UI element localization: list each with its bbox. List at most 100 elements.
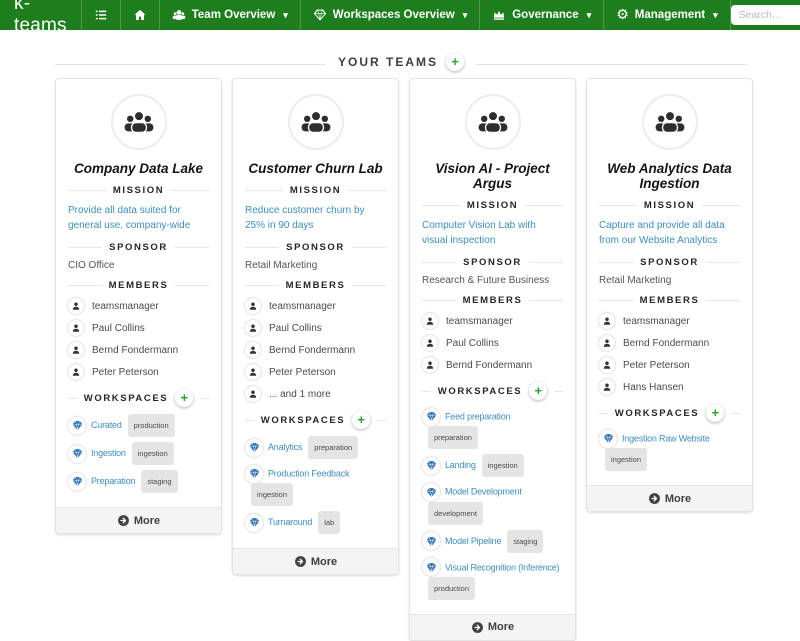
workspace-link[interactable]: Curated bbox=[91, 420, 122, 430]
workspace-link[interactable]: Analytics bbox=[268, 442, 302, 452]
nav-item-governance[interactable]: Governance ▾ bbox=[480, 0, 605, 30]
environment-badge: staging bbox=[507, 529, 544, 553]
person-icon bbox=[602, 360, 612, 370]
section-label: MISSION bbox=[289, 185, 342, 196]
team-sponsor: CIO Office bbox=[68, 260, 115, 271]
top-navbar: κ-teams Team Overview ▾ Workspaces Overvie… bbox=[0, 0, 800, 36]
person-icon bbox=[248, 323, 258, 333]
section-label: WORKSPACES bbox=[260, 414, 346, 426]
nav-item-workspaces-overview[interactable]: Workspaces Overview ▾ bbox=[301, 0, 481, 30]
environment-badge: ingestion bbox=[131, 442, 174, 465]
nav-item-management[interactable]: ⚙ Management ▾ bbox=[604, 0, 731, 30]
workspace-link[interactable]: Feed preparation bbox=[445, 411, 511, 421]
workspace-row: Visual Recognition (Inference) production bbox=[422, 558, 563, 600]
section-label: MISSION bbox=[466, 200, 519, 211]
workspace-row: Landing ingestion bbox=[422, 454, 563, 478]
more-arrow-icon bbox=[648, 492, 661, 505]
gem-filled-icon bbox=[249, 517, 260, 528]
member-avatar bbox=[599, 379, 615, 395]
person-icon bbox=[248, 367, 258, 377]
nav-item-label: Management bbox=[634, 9, 706, 21]
gem-filled-icon bbox=[426, 460, 437, 471]
add-workspace-button[interactable]: + bbox=[706, 404, 725, 422]
environment-badge: production bbox=[428, 576, 476, 600]
section-header: MEMBERS bbox=[245, 280, 387, 291]
team-card: Customer Churn Lab MISSION Reduce customer… bbox=[232, 78, 399, 576]
member-avatar bbox=[245, 386, 261, 402]
gem-filled-icon bbox=[426, 536, 437, 547]
section-label: WORKSPACES bbox=[437, 385, 523, 397]
workspace-gem-badge bbox=[245, 438, 263, 457]
environment-badge: staging bbox=[141, 470, 178, 493]
users-icon bbox=[300, 106, 332, 138]
member-name: Paul Collins bbox=[92, 322, 145, 334]
workspace-row: Model Development development bbox=[422, 482, 563, 525]
workspace-gem-badge bbox=[245, 464, 263, 483]
team-name: Vision AI - Project Argus bbox=[435, 161, 550, 191]
add-workspace-button[interactable]: + bbox=[529, 382, 548, 400]
member-avatar bbox=[422, 357, 438, 373]
add-team-button[interactable]: + bbox=[446, 53, 464, 71]
section-header: MEMBERS bbox=[599, 295, 741, 306]
more-button[interactable]: More bbox=[233, 548, 398, 575]
section-label: MISSION bbox=[643, 200, 696, 211]
workspace-gem-badge bbox=[422, 407, 440, 426]
nav-item-menu[interactable] bbox=[82, 0, 121, 30]
member-row: teamsmanager bbox=[68, 298, 209, 314]
environment-badge: production bbox=[127, 414, 175, 437]
more-button[interactable]: More bbox=[56, 507, 221, 533]
person-icon bbox=[71, 301, 81, 311]
more-button[interactable]: More bbox=[587, 485, 752, 512]
app-logo[interactable]: κ-teams bbox=[0, 0, 82, 36]
workspace-row: Turnaround lab bbox=[245, 511, 386, 535]
member-name: ... and 1 more bbox=[269, 388, 331, 400]
workspace-row: Ingestion Raw Website ingestion bbox=[599, 429, 740, 472]
workspace-link[interactable]: Turnaround bbox=[268, 517, 312, 527]
workspace-link[interactable]: Model Development bbox=[445, 487, 522, 497]
add-workspace-button[interactable]: + bbox=[352, 411, 371, 429]
person-icon bbox=[71, 345, 81, 355]
users-icon bbox=[123, 106, 155, 138]
search-input[interactable] bbox=[730, 5, 800, 25]
workspace-row: Ingestion ingestion bbox=[68, 442, 209, 465]
nav-item-label: Team Overview bbox=[191, 9, 276, 21]
person-icon bbox=[602, 382, 612, 392]
gem-filled-icon bbox=[603, 433, 614, 444]
workspace-link[interactable]: Ingestion bbox=[91, 448, 126, 458]
workspace-link[interactable]: Preparation bbox=[91, 476, 136, 486]
team-card-body: Vision AI - Project Argus MISSION Computer… bbox=[410, 79, 575, 614]
gem-filled-icon bbox=[72, 476, 83, 487]
more-arrow-icon bbox=[294, 555, 307, 568]
workspace-link[interactable]: Model Pipeline bbox=[445, 536, 501, 546]
member-name: Bernd Fondermann bbox=[446, 359, 533, 371]
workspace-link[interactable]: Landing bbox=[445, 460, 476, 470]
nav-item-team-overview[interactable]: Team Overview ▾ bbox=[160, 0, 301, 30]
team-mission: Provide all data suited for general use,… bbox=[68, 205, 191, 231]
workspace-gem-badge bbox=[68, 416, 86, 435]
person-icon bbox=[248, 345, 258, 355]
add-workspace-button[interactable]: + bbox=[175, 389, 194, 407]
more-button[interactable]: More bbox=[410, 613, 575, 640]
member-avatar bbox=[599, 335, 615, 351]
person-icon bbox=[425, 316, 435, 326]
member-name: Hans Hansen bbox=[623, 381, 684, 393]
workspace-link[interactable]: Visual Recognition (Inference) bbox=[445, 562, 560, 572]
workspace-link[interactable]: Production Feedback bbox=[268, 468, 349, 478]
member-row: ... and 1 more bbox=[245, 386, 386, 402]
workspace-link[interactable]: Ingestion Raw Website bbox=[622, 433, 710, 443]
your-teams-header: YOUR TEAMS + bbox=[55, 53, 747, 75]
member-row: Bernd Fondermann bbox=[245, 342, 386, 358]
section-header: WORKSPACES + bbox=[68, 389, 210, 407]
nav-item-home[interactable] bbox=[121, 0, 160, 30]
gem-filled-icon bbox=[426, 411, 437, 422]
team-sponsor: Retail Marketing bbox=[245, 260, 318, 271]
member-avatar bbox=[422, 335, 438, 351]
person-icon bbox=[248, 389, 258, 399]
section-label: MEMBERS bbox=[285, 280, 346, 291]
workspace-row: Model Pipeline staging bbox=[422, 529, 563, 553]
more-label: More bbox=[487, 621, 515, 634]
member-avatar bbox=[68, 320, 84, 336]
users-icon bbox=[172, 8, 186, 22]
member-name: teamsmanager bbox=[446, 315, 513, 327]
section-header: SPONSOR bbox=[422, 257, 563, 268]
